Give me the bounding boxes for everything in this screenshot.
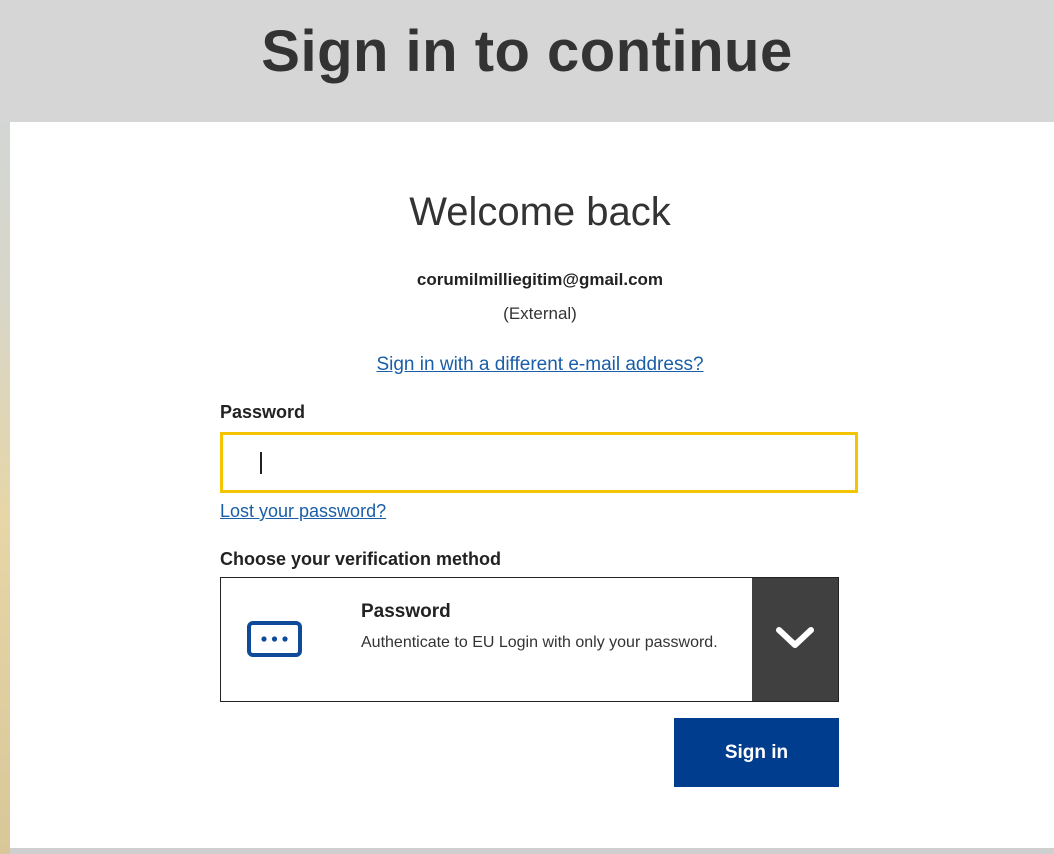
welcome-heading: Welcome back <box>409 190 671 234</box>
account-email: corumilmilliegitim@gmail.com <box>416 270 664 289</box>
lost-password-row: Lost your password? <box>220 501 386 522</box>
different-email-link[interactable]: Sign in with a different e-mail address? <box>376 354 703 375</box>
verification-method-description: Authenticate to EU Login with only your … <box>361 634 718 651</box>
account-type-label: (External) <box>503 304 577 323</box>
verification-method-select[interactable]: Password Authenticate to EU Login with o… <box>220 577 839 702</box>
sign-in-button[interactable]: Sign in <box>674 718 839 787</box>
password-label: Password <box>220 402 306 422</box>
password-dots-icon <box>247 621 302 657</box>
bottom-divider <box>10 848 1054 854</box>
verification-method-title: Password <box>361 601 451 622</box>
lost-password-link[interactable]: Lost your password? <box>220 501 386 521</box>
verification-dropdown-toggle[interactable] <box>752 578 838 701</box>
page-header: Sign in to continue <box>0 0 1054 122</box>
chevron-down-icon <box>776 627 814 648</box>
verification-method-label: Choose your verification method <box>220 549 502 569</box>
login-card: Welcome back corumilmilliegitim@gmail.co… <box>10 122 1054 848</box>
text-caret <box>260 452 262 474</box>
left-edge-strip <box>0 0 10 854</box>
different-email-row: Sign in with a different e-mail address? <box>10 354 1054 376</box>
page-title: Sign in to continue <box>261 19 793 84</box>
password-input[interactable] <box>220 432 858 493</box>
